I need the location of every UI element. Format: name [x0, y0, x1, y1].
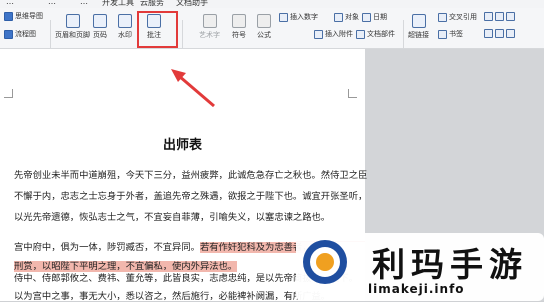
watermark-url: limakeji.info [368, 282, 465, 296]
arrow-shaft [178, 74, 215, 108]
watermark-text: 利玛手游 [372, 245, 528, 284]
site-logo-icon-swirl [316, 253, 334, 271]
